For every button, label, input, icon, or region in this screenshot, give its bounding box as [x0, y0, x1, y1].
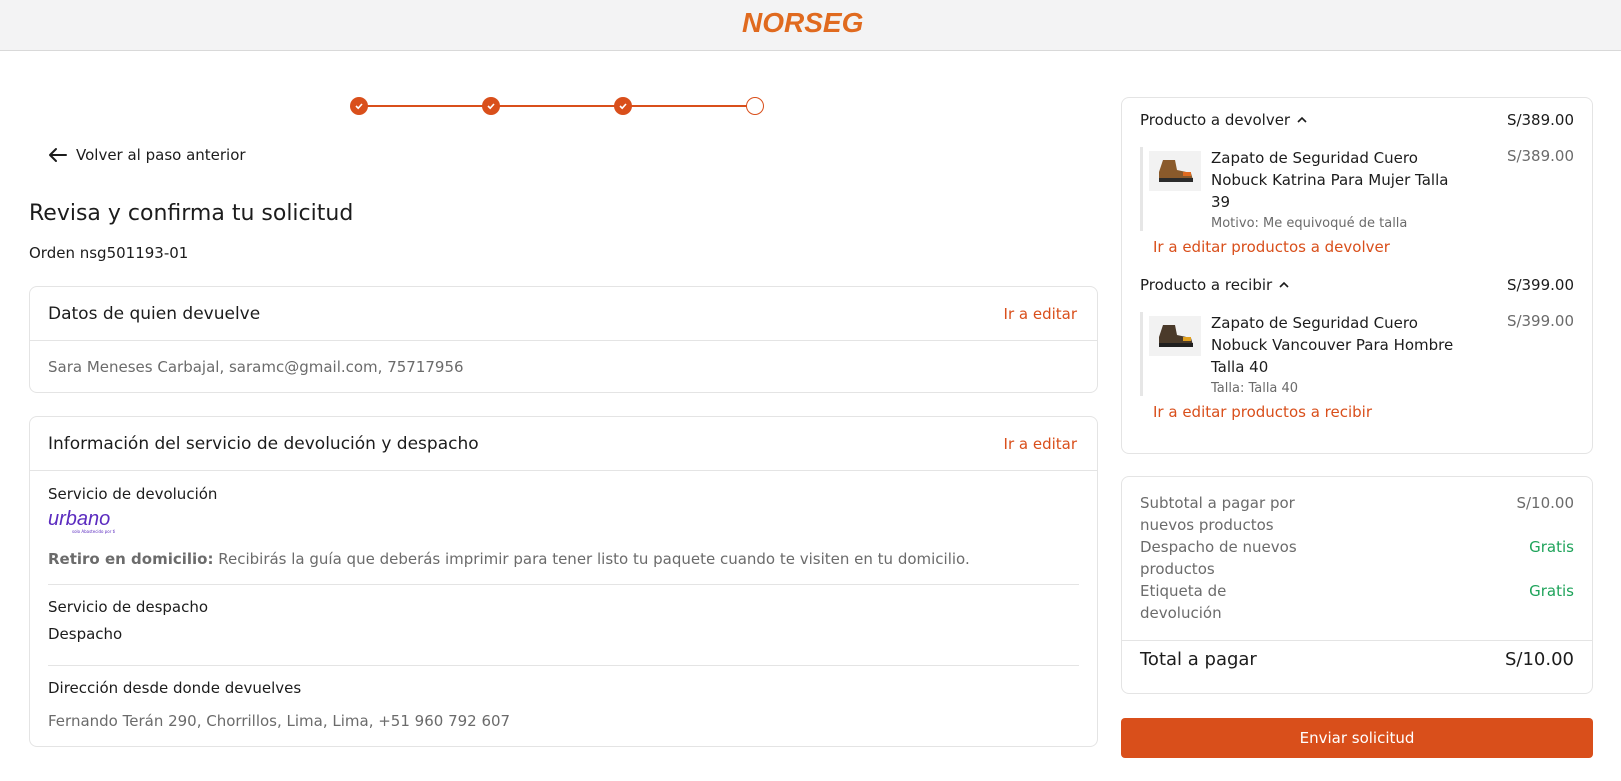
shipping-row: Despacho de nuevos productos Gratis	[1140, 536, 1574, 580]
receive-product-total: S/399.00	[1506, 276, 1574, 294]
top-bar: NORSEG	[0, 0, 1621, 51]
page-title: Revisa y confirma tu solicitud	[29, 201, 354, 226]
norseg-logo[interactable]: NORSEG	[742, 4, 878, 38]
address-label: Dirección desde donde devuelves	[48, 679, 302, 697]
product-thumbnail	[1149, 316, 1201, 356]
return-product-header[interactable]: Producto a devolver S/389.00	[1140, 111, 1574, 129]
edit-service-link[interactable]: Ir a editar	[1004, 435, 1077, 453]
step-4-current	[746, 97, 764, 115]
subtotal-label: Subtotal a pagar por nuevos productos	[1140, 494, 1295, 534]
divider	[48, 584, 1079, 585]
chevron-up-icon	[1279, 281, 1289, 288]
pickup-text: Recibirás la guía que deberás imprimir p…	[213, 550, 970, 568]
return-product-item: Zapato de Seguridad Cuero Nobuck Katrina…	[1140, 147, 1574, 231]
return-label-label: Etiqueta de devolución	[1140, 582, 1227, 622]
subtotal-value: S/10.00	[1516, 494, 1574, 512]
receive-product-header[interactable]: Producto a recibir S/399.00	[1140, 276, 1574, 294]
receive-product-item: Zapato de Seguridad Cuero Nobuck Vancouv…	[1140, 312, 1574, 396]
step-1-completed	[350, 97, 368, 115]
returner-card-header: Datos de quien devuelve Ir a editar	[30, 287, 1097, 341]
return-label-row: Etiqueta de devolución Gratis	[1140, 580, 1574, 624]
service-card: Información del servicio de devolución y…	[29, 416, 1098, 747]
order-number: Orden nsg501193-01	[29, 244, 189, 262]
address-value: Fernando Terán 290, Chorrillos, Lima, Li…	[48, 712, 511, 730]
receive-product-size: Talla: Talla 40	[1211, 381, 1299, 396]
returner-info: Sara Meneses Carbajal, saramc@gmail.com,…	[48, 358, 464, 376]
step-connector	[359, 105, 491, 107]
back-link-label: Volver al paso anterior	[76, 146, 246, 164]
svg-text:NORSEG: NORSEG	[742, 7, 863, 38]
edit-receive-products-link[interactable]: Ir a editar productos a recibir	[1153, 403, 1372, 421]
service-card-header: Información del servicio de devolución y…	[30, 417, 1097, 471]
return-product-total: S/389.00	[1506, 111, 1574, 129]
total-row: Total a pagar S/10.00	[1140, 649, 1574, 670]
total-value: S/10.00	[1504, 649, 1574, 670]
check-icon	[487, 103, 495, 110]
divider	[48, 665, 1079, 666]
step-connector	[623, 105, 755, 107]
return-service-label: Servicio de devolución	[48, 485, 218, 503]
dispatch-service-label: Servicio de despacho	[48, 598, 209, 616]
shipping-value: Gratis	[1529, 538, 1574, 556]
return-product-reason: Motivo: Me equivoqué de talla	[1211, 216, 1408, 231]
pickup-description: Retiro en domicilio: Recibirás la guía q…	[48, 550, 970, 568]
return-product-name: Zapato de Seguridad Cuero Nobuck Katrina…	[1211, 149, 1449, 211]
dispatch-service-value: Despacho	[48, 625, 123, 643]
return-product-price: S/389.00	[1506, 147, 1574, 165]
receive-product-header-label: Producto a recibir	[1140, 276, 1273, 294]
products-summary-card: Producto a devolver S/389.00 Zapato de S…	[1121, 97, 1593, 454]
totals-card: Subtotal a pagar por nuevos productos S/…	[1121, 476, 1593, 694]
check-icon	[355, 103, 363, 110]
pickup-label: Retiro en domicilio:	[48, 550, 214, 568]
urbano-logo-tagline: solo Abastecido por ti	[72, 529, 116, 534]
subtotal-row: Subtotal a pagar por nuevos productos S/…	[1140, 492, 1574, 536]
step-connector	[491, 105, 623, 107]
urbano-logo-text: urbano	[48, 508, 111, 530]
send-request-button[interactable]: Enviar solicitud	[1121, 718, 1593, 758]
arrow-left-icon	[49, 148, 67, 162]
progress-stepper	[350, 96, 780, 116]
back-link[interactable]: Volver al paso anterior	[48, 146, 246, 164]
total-label: Total a pagar	[1140, 649, 1257, 670]
return-label-value: Gratis	[1529, 582, 1574, 600]
step-2-completed	[482, 97, 500, 115]
returner-card: Datos de quien devuelve Ir a editar Sara…	[29, 286, 1098, 393]
chevron-up-icon	[1297, 116, 1307, 123]
service-card-title: Información del servicio de devolución y…	[48, 433, 479, 454]
edit-return-products-link[interactable]: Ir a editar productos a devolver	[1153, 238, 1390, 256]
edit-returner-link[interactable]: Ir a editar	[1004, 305, 1077, 323]
urbano-logo: urbano solo Abastecido por ti	[48, 509, 128, 535]
divider	[1122, 640, 1592, 641]
returner-card-title: Datos de quien devuelve	[48, 303, 261, 324]
check-icon	[619, 103, 627, 110]
boot-icon	[1159, 325, 1193, 347]
receive-product-price: S/399.00	[1506, 312, 1574, 330]
return-product-header-label: Producto a devolver	[1140, 111, 1291, 129]
receive-product-name: Zapato de Seguridad Cuero Nobuck Vancouv…	[1211, 314, 1454, 376]
shipping-label: Despacho de nuevos productos	[1140, 538, 1297, 578]
product-thumbnail	[1149, 151, 1201, 191]
step-3-completed	[614, 97, 632, 115]
boot-icon	[1159, 160, 1193, 182]
